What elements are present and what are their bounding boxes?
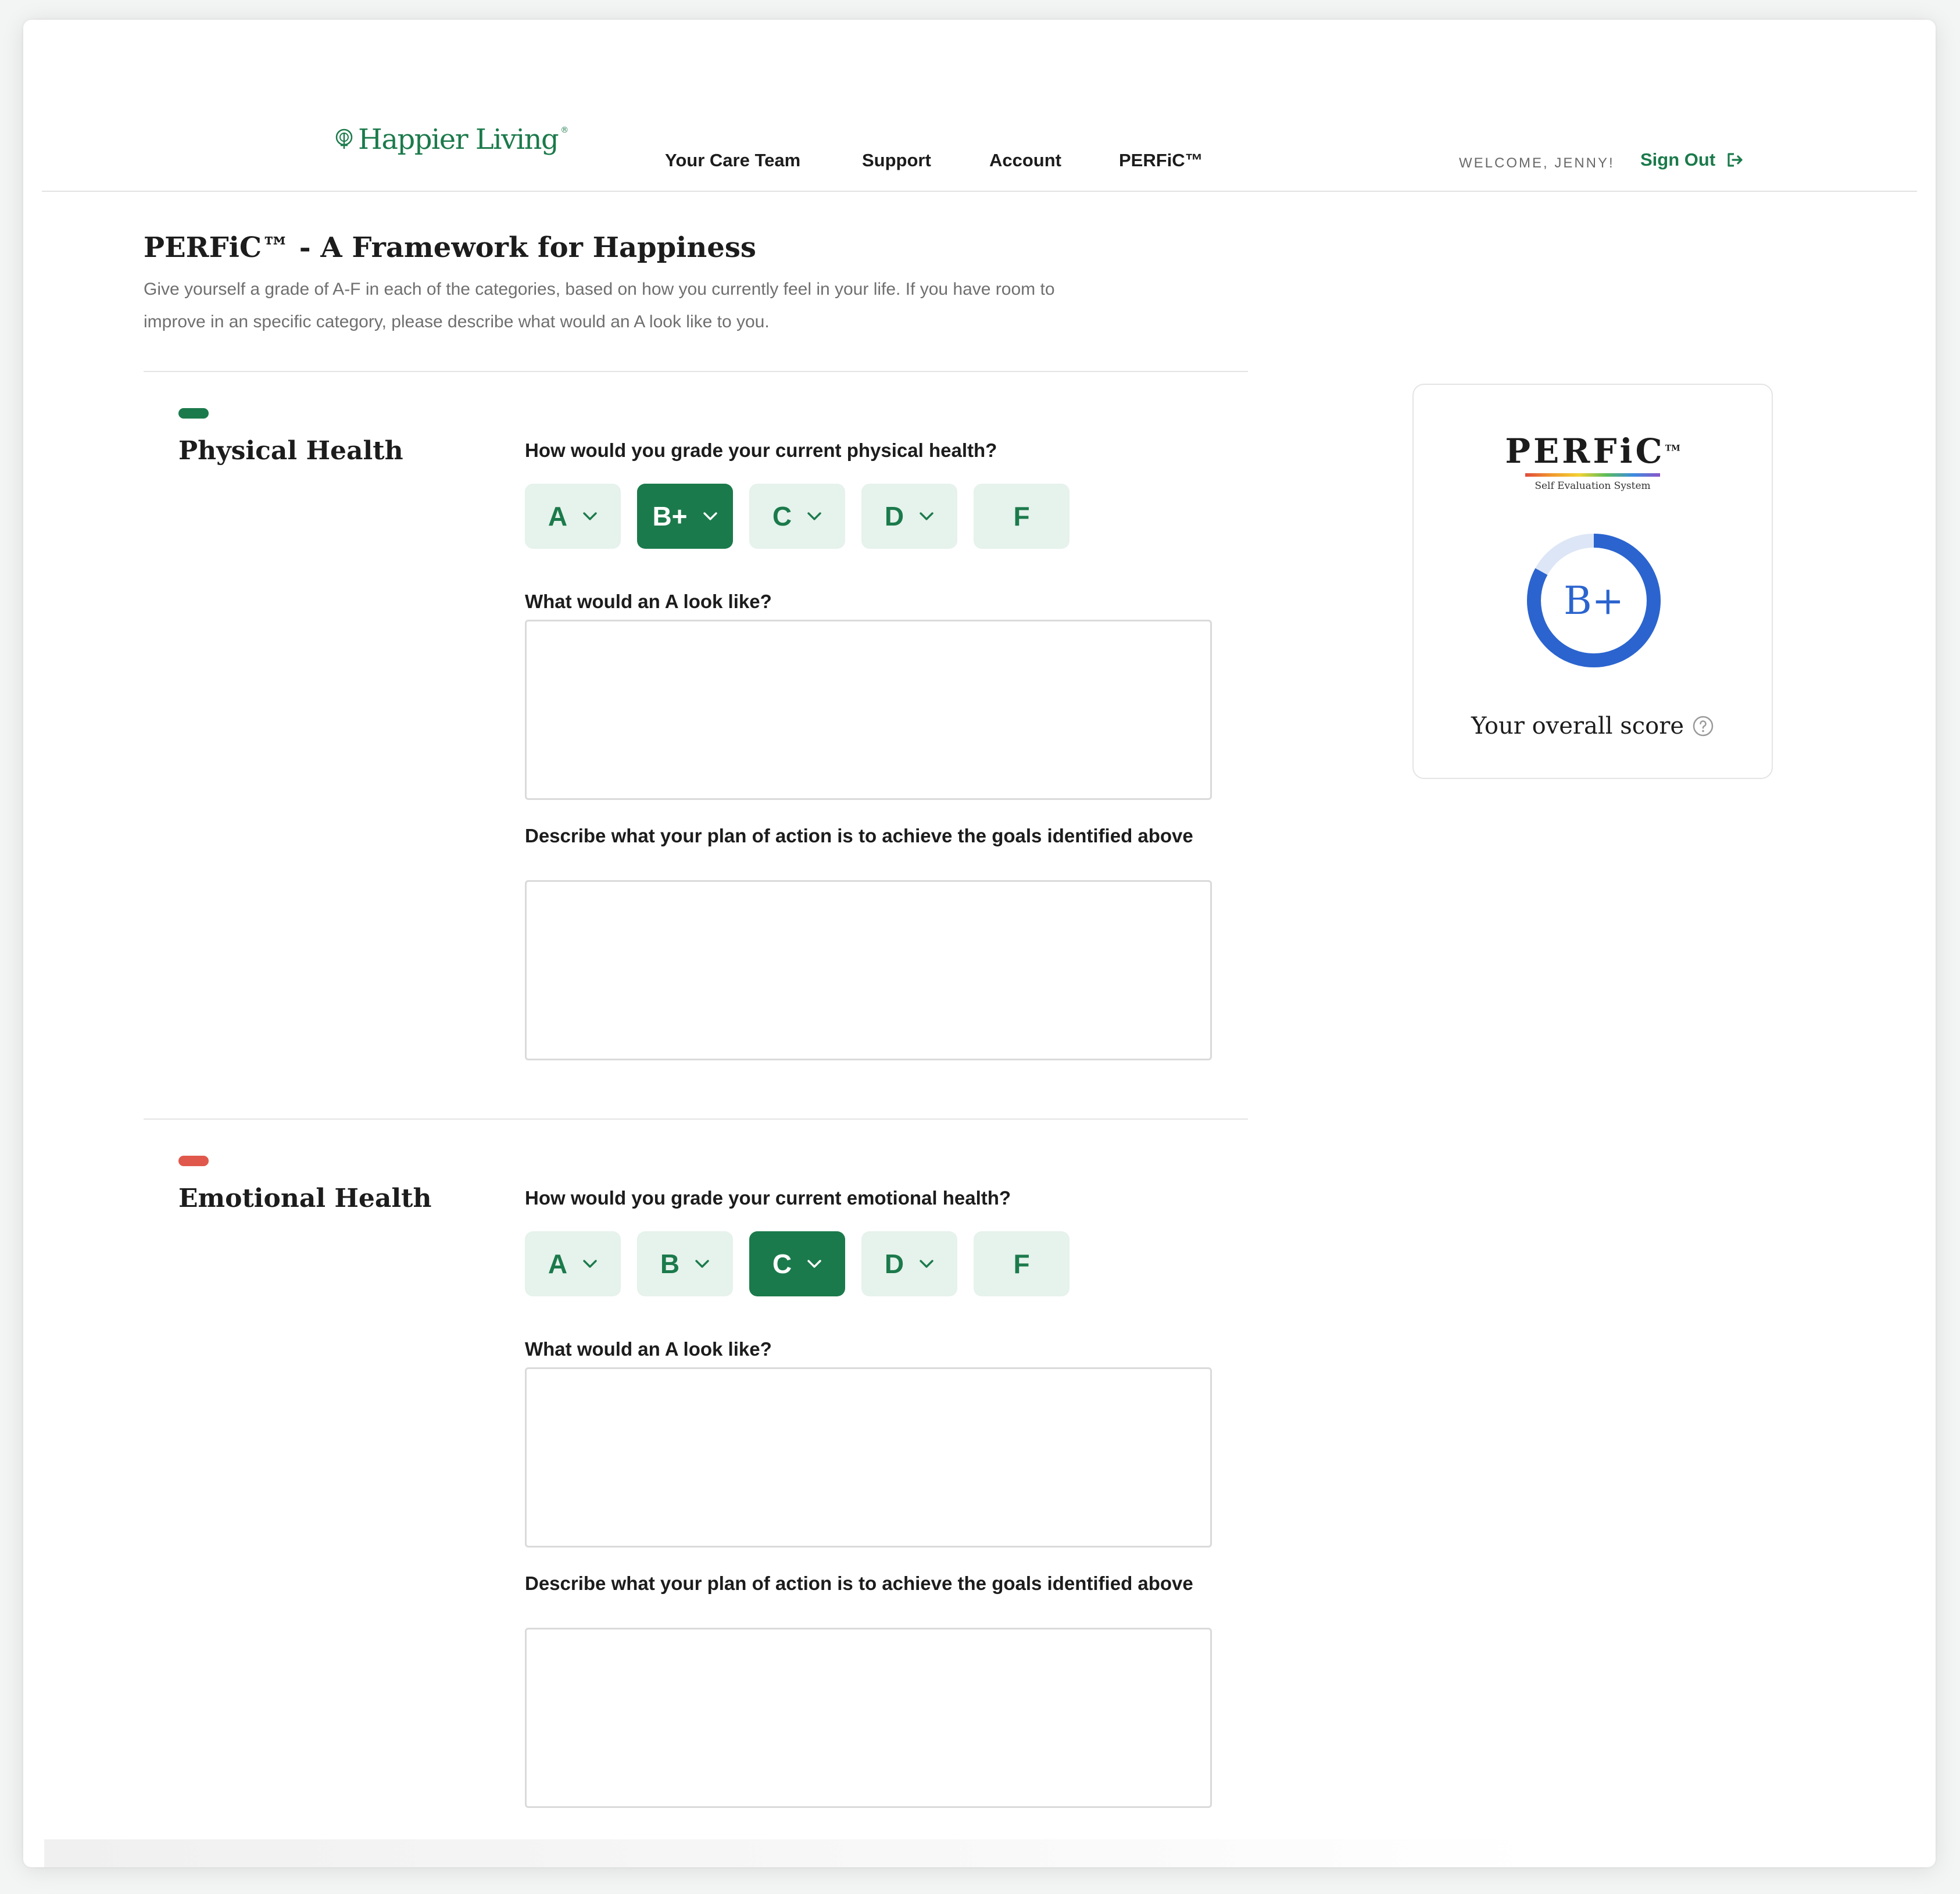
grade-button-a[interactable]: A — [525, 1231, 621, 1296]
perfic-logo-name: PERFiC — [1505, 431, 1665, 471]
grade-label: B — [660, 1249, 680, 1279]
grade-label: B+ — [652, 501, 688, 531]
grade-question: How would you grade your current physica… — [525, 439, 997, 461]
grade-button-d[interactable]: D — [861, 1231, 957, 1296]
grade-selector: A B C D F — [525, 1231, 1070, 1296]
sign-out-button[interactable]: Sign Out — [1640, 149, 1744, 170]
a-look-like-label: What would an A look like? — [525, 591, 772, 612]
chevron-down-icon — [583, 1260, 597, 1268]
grade-button-c[interactable]: C — [749, 1231, 845, 1296]
section-emotional-health: Emotional Health How would you grade you… — [23, 1156, 1302, 1867]
chevron-down-icon — [807, 512, 821, 520]
grade-label: C — [772, 1249, 792, 1279]
grade-button-f[interactable]: F — [974, 1231, 1070, 1296]
plan-of-action-label: Describe what your plan of action is to … — [525, 825, 1193, 846]
brand-name: Happier Living — [358, 123, 559, 156]
nav-support[interactable]: Support — [862, 150, 931, 171]
overall-score-label: Your overall score — [1471, 713, 1684, 739]
nav-account[interactable]: Account — [989, 150, 1061, 171]
grade-label: A — [548, 501, 568, 531]
section-physical-health: Physical Health How would you grade your… — [23, 408, 1302, 1135]
sign-out-icon — [1727, 153, 1743, 167]
welcome-message: WELCOME, JENNY! — [1459, 155, 1615, 171]
grade-button-d[interactable]: D — [861, 484, 957, 549]
plan-of-action-textarea[interactable] — [525, 1628, 1212, 1808]
overall-score-card: PERFiCTM Self Evaluation System B+ Your … — [1412, 384, 1773, 779]
sign-out-label: Sign Out — [1640, 149, 1716, 170]
nav-perfic[interactable]: PERFiC™ — [1119, 150, 1203, 171]
chevron-down-icon — [583, 512, 597, 520]
nav-your-care-team[interactable]: Your Care Team — [665, 150, 800, 171]
perfic-logo: PERFiCTM Self Evaluation System — [1414, 431, 1772, 492]
page-description: Give yourself a grade of A-F in each of … — [144, 280, 1055, 331]
header-divider — [42, 191, 1917, 192]
grade-button-a[interactable]: A — [525, 484, 621, 549]
section-accent-pill — [178, 1156, 209, 1166]
section-title: Physical Health — [178, 436, 403, 466]
a-look-like-textarea[interactable] — [525, 1367, 1212, 1548]
perfic-logo-rainbow — [1525, 473, 1660, 477]
overall-score-label-row: Your overall score — [1414, 713, 1772, 739]
grade-label: A — [548, 1249, 568, 1279]
bottom-shadow — [44, 1839, 1538, 1867]
perfic-logo-tm: TM — [1665, 444, 1680, 453]
grade-label: D — [884, 501, 904, 531]
section-accent-pill — [178, 408, 209, 419]
help-circle-icon[interactable] — [1692, 715, 1714, 737]
grade-button-f[interactable]: F — [974, 484, 1070, 549]
chevron-down-icon — [703, 512, 717, 520]
chevron-down-icon — [920, 512, 933, 520]
grade-label: D — [884, 1249, 904, 1279]
chevron-down-icon — [920, 1260, 933, 1268]
a-look-like-textarea[interactable] — [525, 620, 1212, 800]
app-window: Happier Living ® Your Care Team Support … — [23, 20, 1936, 1867]
section-title: Emotional Health — [178, 1184, 432, 1213]
grade-button-b[interactable]: B — [637, 1231, 733, 1296]
chevron-down-icon — [695, 1260, 709, 1268]
plan-of-action-textarea[interactable] — [525, 880, 1212, 1060]
grade-question: How would you grade your current emotion… — [525, 1187, 1011, 1209]
grade-label: F — [1013, 501, 1030, 531]
brand-logo[interactable]: Happier Living ® — [332, 123, 568, 156]
overall-score-grade: B+ — [1564, 578, 1624, 623]
plan-of-action-label: Describe what your plan of action is to … — [525, 1573, 1193, 1594]
grade-selector: A B+ C D F — [525, 484, 1070, 549]
section-divider — [144, 1118, 1248, 1120]
perfic-logo-text: PERFiCTM — [1414, 431, 1772, 471]
grade-label: F — [1013, 1249, 1030, 1279]
perfic-logo-subtitle: Self Evaluation System — [1535, 480, 1651, 492]
tree-icon — [335, 128, 353, 149]
grade-label: C — [772, 501, 792, 531]
grade-button-c[interactable]: C — [749, 484, 845, 549]
brand-trademark: ® — [560, 126, 568, 135]
chevron-down-icon — [807, 1260, 821, 1268]
page-title: PERFiC™ - A Framework for Happiness — [144, 231, 756, 264]
section-divider — [144, 371, 1248, 372]
a-look-like-label: What would an A look like? — [525, 1338, 772, 1360]
grade-button-b-plus[interactable]: B+ — [637, 484, 733, 549]
